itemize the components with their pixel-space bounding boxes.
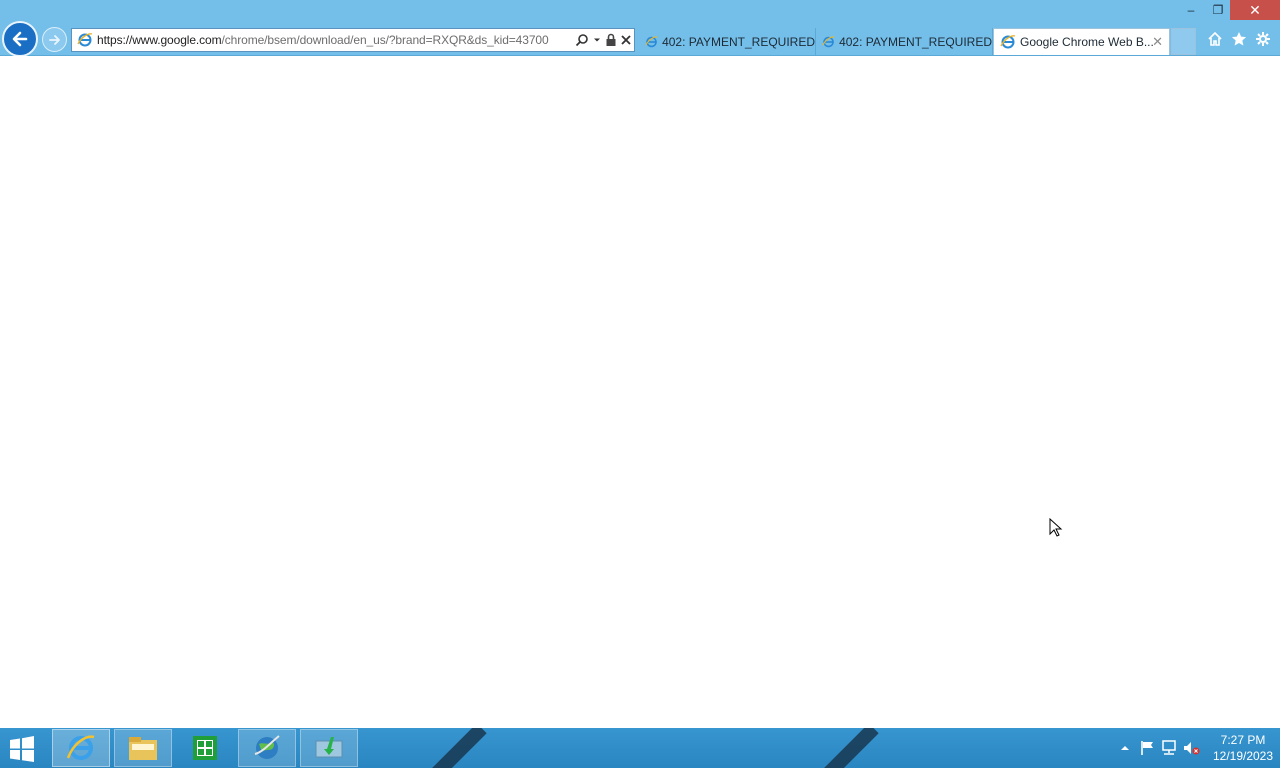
file-explorer-icon <box>129 737 157 760</box>
mouse-cursor-icon <box>1049 518 1063 537</box>
ie-page-icon <box>77 33 93 47</box>
clock-date: 12/19/2023 <box>1212 749 1274 763</box>
tab-label: 402: PAYMENT_REQUIRED <box>839 34 992 49</box>
tab-label: Google Chrome Web B... <box>1020 35 1154 49</box>
action-center-flag-icon[interactable] <box>1136 737 1158 759</box>
volume-muted-icon[interactable] <box>1180 737 1202 759</box>
minimize-button[interactable]: – <box>1176 0 1206 20</box>
browser-frame: – ❐ ✕ https://www.google.com/chrome/bsem… <box>0 0 1280 57</box>
restore-button[interactable]: ❐ <box>1204 0 1232 20</box>
store-icon <box>193 736 217 760</box>
taskbar-file-explorer[interactable] <box>114 729 172 767</box>
tab-google-chrome[interactable]: Google Chrome Web B... ✕ <box>993 28 1170 55</box>
favorites-star-icon[interactable] <box>1230 30 1248 48</box>
address-bar[interactable]: https://www.google.com/chrome/bsem/downl… <box>71 28 635 52</box>
network-icon[interactable] <box>1158 737 1180 759</box>
new-tab-button[interactable] <box>1171 28 1196 55</box>
taskbar-network-app[interactable] <box>238 729 296 767</box>
taskbar-internet-explorer[interactable] <box>52 729 110 767</box>
tab-payment-required-2[interactable]: 402: PAYMENT_REQUIRED <box>816 28 993 55</box>
home-icon[interactable] <box>1206 30 1224 48</box>
ie-page-icon <box>1000 35 1016 49</box>
back-arrow-icon <box>12 31 28 47</box>
tab-payment-required-1[interactable]: 402: PAYMENT_REQUIRED <box>639 28 816 55</box>
wallpaper-stripe <box>427 728 487 768</box>
address-bar-controls <box>575 31 632 49</box>
wallpaper-stripe <box>819 728 879 768</box>
ie-page-icon <box>645 35 658 47</box>
taskbar-store[interactable] <box>176 729 234 767</box>
dropdown-arrow-icon[interactable] <box>592 35 602 45</box>
system-tray: 7:27 PM 12/19/2023 <box>1114 728 1280 768</box>
windows-logo-icon <box>10 736 34 762</box>
stop-icon[interactable] <box>620 34 632 46</box>
forward-arrow-icon <box>48 34 60 45</box>
forward-button[interactable] <box>42 27 67 52</box>
clock-time: 7:27 PM <box>1220 733 1266 747</box>
download-manager-icon <box>315 737 343 758</box>
address-url[interactable]: https://www.google.com/chrome/bsem/downl… <box>97 33 567 47</box>
start-button[interactable] <box>8 736 40 762</box>
close-button[interactable]: ✕ <box>1230 0 1280 20</box>
show-hidden-icons-arrow[interactable] <box>1114 737 1136 759</box>
tab-label: 402: PAYMENT_REQUIRED <box>662 34 815 49</box>
url-host: https://www.google.com <box>97 33 222 47</box>
internet-explorer-icon <box>66 735 95 760</box>
tab-close-button[interactable]: ✕ <box>1152 34 1163 50</box>
ie-page-icon <box>822 35 835 47</box>
lock-icon[interactable] <box>605 33 617 47</box>
settings-gear-icon[interactable] <box>1254 30 1272 48</box>
taskbar: 7:27 PM 12/19/2023 <box>0 728 1280 768</box>
taskbar-download-manager[interactable] <box>300 729 358 767</box>
browser-window: – ❐ ✕ https://www.google.com/chrome/bsem… <box>0 0 1280 728</box>
search-icon[interactable] <box>575 33 589 47</box>
taskbar-clock[interactable]: 7:27 PM 12/19/2023 <box>1206 732 1280 764</box>
page-content <box>0 56 1280 728</box>
url-path: /chrome/bsem/download/en_us/?brand=RXQR&… <box>221 33 549 47</box>
toolbar-icons <box>1206 30 1272 48</box>
network-globe-icon <box>254 735 280 759</box>
back-button[interactable] <box>2 21 38 57</box>
